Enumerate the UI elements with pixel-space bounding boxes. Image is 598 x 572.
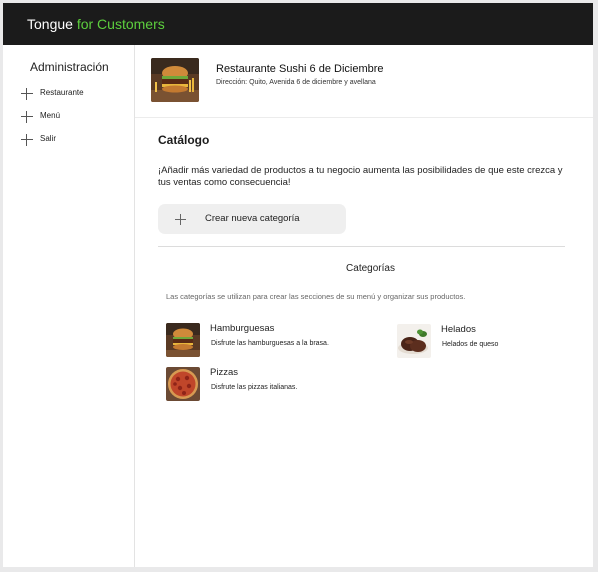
catalog-title: Catálogo [158, 133, 210, 147]
category-name: Hamburguesas [210, 323, 275, 334]
category-card-pizzas[interactable]: Pizzas Disfrute las pizzas italianas. [166, 367, 366, 403]
categories-title: Categorías [346, 263, 395, 274]
plus-icon [21, 88, 33, 100]
divider [158, 246, 565, 247]
category-card-helados[interactable]: Helados Helados de queso [397, 324, 593, 360]
brand-logo[interactable]: Tongue for Customers [27, 16, 165, 32]
plus-icon [21, 134, 33, 146]
sidebar-item-salir[interactable]: Salir [21, 133, 126, 149]
category-description: Disfrute las pizzas italianas. [211, 384, 298, 391]
chocolate-ice-cream-photo [397, 324, 431, 358]
category-card-hamburguesas[interactable]: Hamburguesas Disfrute las hamburguesas a… [166, 323, 366, 359]
category-description: Helados de queso [442, 341, 499, 348]
restaurant-image [151, 58, 199, 102]
create-category-label: Crear nueva categoría [205, 213, 300, 224]
brand-name: Tongue [27, 16, 73, 32]
restaurant-name: Restaurante Sushi 6 de Diciembre [216, 63, 384, 75]
top-bar: Tongue for Customers [3, 3, 593, 45]
create-category-button[interactable]: Crear nueva categoría [158, 204, 346, 234]
sidebar-item-label: Restaurante [40, 88, 84, 97]
categories-description: Las categorías se utilizan para crear la… [166, 292, 466, 301]
app-window: Tongue for Customers Administración Rest… [3, 3, 593, 567]
brand-accent: for Customers [72, 16, 165, 32]
plus-icon [175, 214, 186, 225]
sidebar-title: Administración [30, 60, 109, 74]
catalog-intro: ¡Añadir más variedad de productos a tu n… [158, 165, 563, 188]
restaurant-header: Restaurante Sushi 6 de Diciembre Direcci… [135, 45, 593, 118]
pizza-photo [166, 367, 200, 401]
plus-icon [21, 111, 33, 123]
category-name: Helados [441, 324, 476, 335]
sidebar-item-label: Menú [40, 111, 61, 120]
sidebar-item-menu[interactable]: Menú [21, 110, 126, 126]
category-description: Disfrute las hamburguesas a la brasa. [211, 340, 329, 347]
burger-photo [166, 323, 200, 357]
sidebar: Administración Restaurante Menú Salir [3, 45, 135, 567]
category-name: Pizzas [210, 367, 238, 378]
sidebar-item-restaurante[interactable]: Restaurante [21, 87, 126, 103]
sidebar-item-label: Salir [40, 134, 57, 143]
restaurant-address: Dirección: Quito, Avenida 6 de diciembre… [216, 79, 376, 86]
